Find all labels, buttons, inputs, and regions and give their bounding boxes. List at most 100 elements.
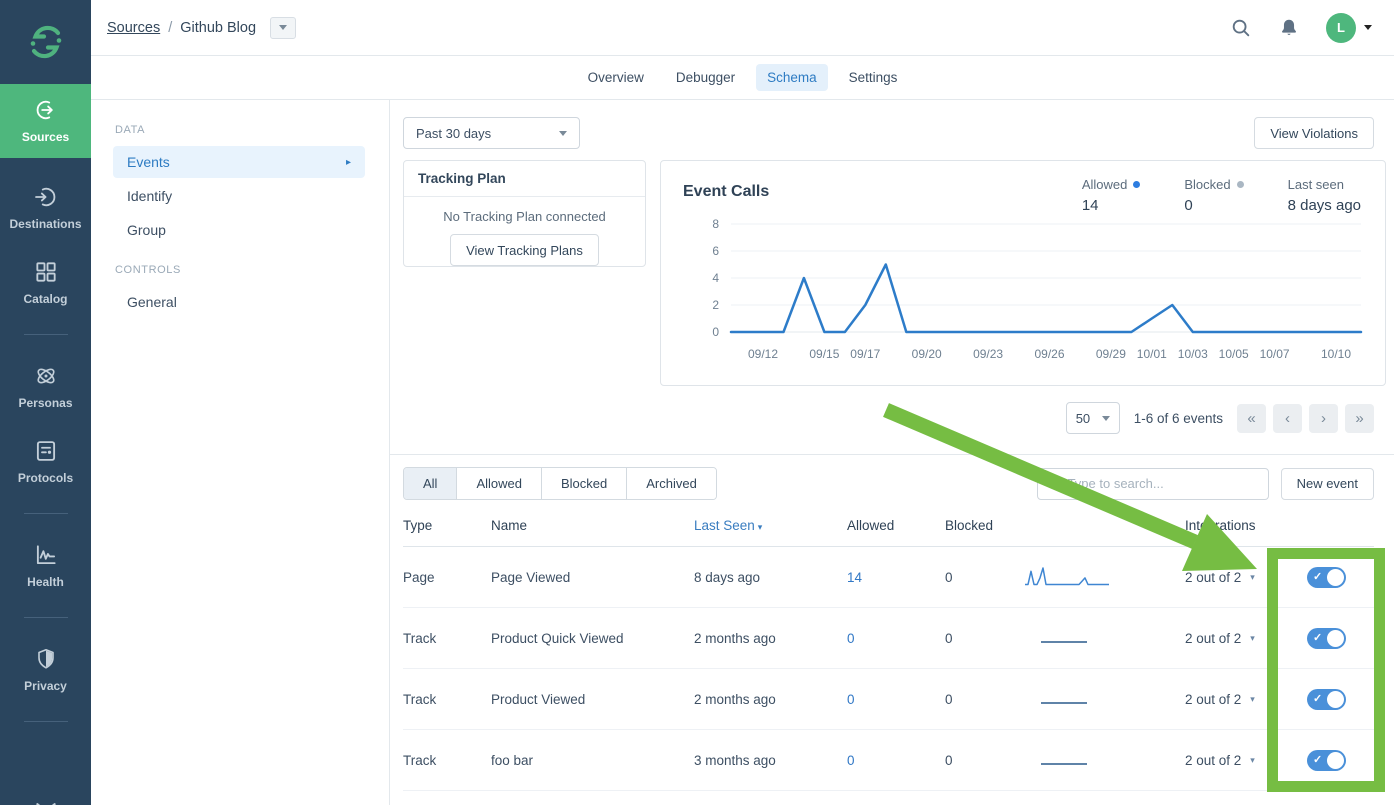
sidebar-item-personas[interactable]: Personas <box>0 361 91 412</box>
bell-icon <box>1278 17 1300 39</box>
user-menu[interactable]: L <box>1326 13 1372 43</box>
segment-logo-icon <box>25 21 67 63</box>
tab-schema[interactable]: Schema <box>756 64 828 91</box>
integrations-dropdown[interactable]: 2 out of 2▾ <box>1185 570 1297 585</box>
pagination-first-button[interactable]: « <box>1237 404 1266 433</box>
subnav-heading: DATA <box>115 124 365 136</box>
column-header-name[interactable]: Name <box>491 518 694 533</box>
svg-text:6: 6 <box>712 244 719 258</box>
sidebar-item-catalog[interactable]: Catalog <box>0 257 91 308</box>
event-trend-flat <box>1041 641 1087 643</box>
search-icon <box>1046 476 1061 491</box>
sidebar-item-sources[interactable]: Sources <box>0 84 91 158</box>
event-trend-flat <box>1041 763 1087 765</box>
sidebar-item-protocols[interactable]: Protocols <box>0 436 91 487</box>
search-input[interactable] <box>1037 468 1269 500</box>
subnav-item-group[interactable]: Group <box>113 214 365 246</box>
cell-allowed-link[interactable]: 0 <box>847 692 855 707</box>
sidebar-item-health[interactable]: Health <box>0 540 91 591</box>
breadcrumb: Sources / Github Blog <box>107 17 296 39</box>
filter-tab-blocked[interactable]: Blocked <box>541 468 626 499</box>
tab-overview[interactable]: Overview <box>577 64 655 91</box>
sort-desc-icon: ▾ <box>758 522 763 532</box>
sidebar-item-privacy[interactable]: Privacy <box>0 644 91 695</box>
integrations-dropdown[interactable]: 2 out of 2▾ <box>1185 753 1297 768</box>
column-header-type[interactable]: Type <box>403 518 491 533</box>
svg-text:10/07: 10/07 <box>1260 347 1290 361</box>
sidebar-divider <box>24 721 68 722</box>
sidebar-item-label: Catalog <box>23 292 67 306</box>
cell-type: Track <box>403 692 491 707</box>
table-row[interactable]: PagePage Viewed8 days ago1402 out of 2▾✓ <box>403 547 1374 608</box>
sidebar-item-label: Destinations <box>9 217 81 231</box>
source-tabs: Overview Debugger Schema Settings <box>91 56 1394 100</box>
source-switcher-button[interactable] <box>270 17 296 39</box>
event-calls-chart: 0246809/1209/1509/1709/2009/2309/2609/29… <box>683 214 1375 371</box>
page-size-select[interactable]: 50 <box>1066 402 1120 434</box>
subnav-item-label: Events <box>127 154 170 170</box>
integrations-dropdown[interactable]: 2 out of 2▾ <box>1185 692 1297 707</box>
svg-text:09/29: 09/29 <box>1096 347 1126 361</box>
integrations-dropdown[interactable]: 2 out of 2▾ <box>1185 631 1297 646</box>
table-row[interactable]: TrackProduct Viewed2 months ago002 out o… <box>403 669 1374 730</box>
column-header-integrations[interactable]: Integrations <box>1185 518 1297 533</box>
subnav-item-identify[interactable]: Identify <box>113 180 365 212</box>
svg-text:09/20: 09/20 <box>912 347 942 361</box>
tracking-plan-message: No Tracking Plan connected <box>404 209 645 224</box>
cell-allowed-link[interactable]: 14 <box>847 570 862 585</box>
svg-text:10/01: 10/01 <box>1137 347 1167 361</box>
tab-settings[interactable]: Settings <box>838 64 909 91</box>
sidebar-item-destinations[interactable]: Destinations <box>0 182 91 233</box>
stat-last-seen: Last seen8 days ago <box>1288 177 1361 214</box>
cell-allowed-link[interactable]: 0 <box>847 753 855 768</box>
svg-text:09/17: 09/17 <box>850 347 880 361</box>
cell-allowed-link[interactable]: 0 <box>847 631 855 646</box>
column-header-last-seen[interactable]: Last Seen▾ <box>694 518 847 533</box>
table-row[interactable]: TrackProduct Quick Viewed2 months ago002… <box>403 608 1374 669</box>
pagination-prev-button[interactable]: ‹ <box>1273 404 1302 433</box>
toolbar-row: Past 30 days View Violations <box>403 117 1374 149</box>
table-row[interactable]: Trackfoo bar3 months ago002 out of 2▾✓ <box>403 730 1374 791</box>
column-header-allowed[interactable]: Allowed <box>847 518 945 533</box>
segment-logo[interactable] <box>0 0 91 84</box>
time-range-select[interactable]: Past 30 days <box>403 117 580 149</box>
integration-toggle[interactable]: ✓ <box>1307 689 1346 710</box>
integration-toggle[interactable]: ✓ <box>1307 628 1346 649</box>
protocols-icon <box>33 438 59 464</box>
chevron-down-icon: ▾ <box>1250 633 1255 644</box>
topbar: Sources / Github Blog L <box>91 0 1394 56</box>
cell-blocked: 0 <box>945 631 1015 646</box>
filter-tab-archived[interactable]: Archived <box>626 468 716 499</box>
tab-debugger[interactable]: Debugger <box>665 64 746 91</box>
event-calls-card: Event Calls Allowed 14Blocked 0Last seen… <box>660 160 1386 386</box>
sidebar-divider <box>24 334 68 335</box>
view-tracking-plans-button[interactable]: View Tracking Plans <box>450 234 599 266</box>
svg-text:09/26: 09/26 <box>1034 347 1064 361</box>
integration-toggle[interactable]: ✓ <box>1307 567 1346 588</box>
schema-main-panel: Past 30 days View Violations Tracking Pl… <box>390 100 1394 805</box>
filter-tab-allowed[interactable]: Allowed <box>456 468 541 499</box>
search-button[interactable] <box>1230 17 1252 39</box>
cell-name: Page Viewed <box>491 570 694 585</box>
tracking-plan-title: Tracking Plan <box>404 161 645 197</box>
svg-text:10/05: 10/05 <box>1219 347 1249 361</box>
sidebar-item-engage[interactable] <box>0 796 91 805</box>
pagination-next-button[interactable]: › <box>1309 404 1338 433</box>
sidebar-divider <box>24 617 68 618</box>
view-violations-button[interactable]: View Violations <box>1254 117 1374 149</box>
notifications-button[interactable] <box>1278 17 1300 39</box>
legend-dot <box>1237 181 1244 188</box>
subnav-item-general[interactable]: General <box>113 286 365 318</box>
integration-toggle[interactable]: ✓ <box>1307 750 1346 771</box>
new-event-button[interactable]: New event <box>1281 468 1374 500</box>
cell-blocked: 0 <box>945 570 1015 585</box>
subnav-item-events[interactable]: Events▸ <box>113 146 365 178</box>
sidebar-item-label: Personas <box>18 396 72 410</box>
sources-icon <box>33 97 59 123</box>
tracking-plan-card: Tracking Plan No Tracking Plan connected… <box>403 160 646 267</box>
search-box <box>1037 468 1269 500</box>
column-header-blocked[interactable]: Blocked <box>945 518 1015 533</box>
filter-tab-all[interactable]: All <box>404 468 456 499</box>
pagination-last-button[interactable]: » <box>1345 404 1374 433</box>
breadcrumb-sources-link[interactable]: Sources <box>107 20 160 36</box>
